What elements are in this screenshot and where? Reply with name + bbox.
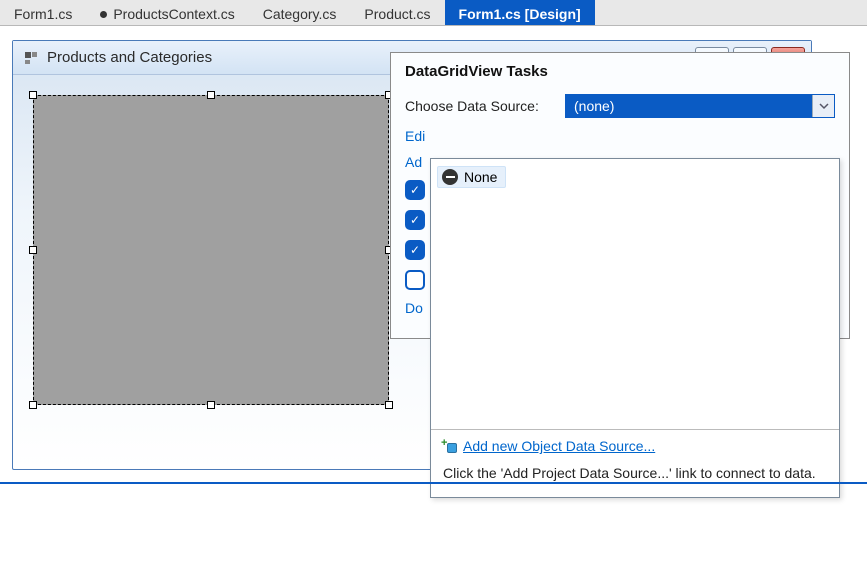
combo-dropdown-button[interactable] (812, 95, 834, 117)
add-object-data-source-link[interactable]: + Add new Object Data Source... (443, 438, 655, 454)
resize-handle[interactable] (29, 246, 37, 254)
data-source-none-item[interactable]: None (437, 166, 506, 188)
choose-data-source-label: Choose Data Source: (405, 98, 555, 114)
enable-reordering-checkbox[interactable] (405, 270, 425, 290)
edit-columns-link[interactable]: Edi (405, 128, 425, 144)
enable-editing-checkbox[interactable]: ✓ (405, 210, 425, 230)
tab-form1-code[interactable]: Form1.cs (0, 0, 86, 25)
tab-productscontext[interactable]: ProductsContext.cs (86, 0, 248, 25)
chevron-down-icon (819, 98, 829, 114)
dirty-indicator-icon (100, 11, 107, 18)
resize-handle[interactable] (29, 401, 37, 409)
tab-product[interactable]: Product.cs (350, 0, 444, 25)
add-object-data-source-label: Add new Object Data Source... (463, 438, 655, 454)
datagridview-control[interactable]: ◂ (33, 95, 389, 405)
tab-category[interactable]: Category.cs (249, 0, 351, 25)
enable-deleting-checkbox[interactable]: ✓ (405, 240, 425, 260)
add-data-source-icon: + (443, 439, 457, 453)
choose-data-source-row: Choose Data Source: (none) (405, 94, 835, 118)
resize-handle[interactable] (207, 401, 215, 409)
tab-label: ProductsContext.cs (113, 6, 234, 22)
dock-link[interactable]: Do (405, 300, 423, 316)
tab-label: Form1.cs (14, 6, 72, 22)
resize-handle[interactable] (207, 91, 215, 99)
designer-bottom-separator (0, 482, 867, 484)
resize-handle[interactable] (385, 401, 393, 409)
data-source-hint-text: Click the 'Add Project Data Source...' l… (443, 464, 827, 483)
enable-adding-checkbox[interactable]: ✓ (405, 180, 425, 200)
tab-label: Form1.cs [Design] (459, 6, 581, 22)
data-source-tree[interactable]: None (431, 159, 839, 429)
resize-handle[interactable] (29, 91, 37, 99)
data-source-none-label: None (464, 169, 497, 185)
data-source-dropdown-popup: None + Add new Object Data Source... Cli… (430, 158, 840, 498)
form-icon (23, 50, 39, 66)
none-icon (442, 169, 458, 185)
data-source-combo[interactable]: (none) (565, 94, 835, 118)
data-source-popup-footer: + Add new Object Data Source... Click th… (431, 430, 839, 497)
tab-form1-design[interactable]: Form1.cs [Design] (445, 0, 595, 25)
tab-label: Product.cs (364, 6, 430, 22)
data-source-value: (none) (566, 95, 812, 117)
tasks-panel-title: DataGridView Tasks (405, 63, 835, 80)
tab-label: Category.cs (263, 6, 337, 22)
document-tab-strip: Form1.cs ProductsContext.cs Category.cs … (0, 0, 867, 26)
add-column-link[interactable]: Ad (405, 154, 422, 170)
